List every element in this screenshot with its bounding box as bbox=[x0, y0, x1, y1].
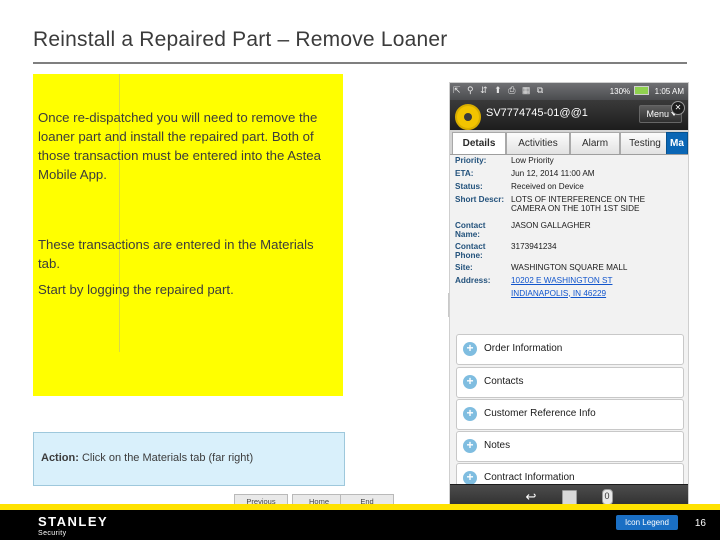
page-number: 16 bbox=[694, 518, 706, 529]
brand-name: STANLEY bbox=[38, 514, 109, 529]
device-screenshot: ⇱ ⚲ ⇵ ⬆ ⎙ ▦ ⧉ 130% 1:05 AM SV7774745-01@… bbox=[449, 82, 689, 512]
section-label: Notes bbox=[484, 440, 511, 451]
field-label: ETA: bbox=[455, 168, 474, 178]
back-arrow-icon[interactable]: ↩ bbox=[522, 489, 540, 505]
field-label: Contact Phone: bbox=[455, 241, 486, 260]
field-value: WASHINGTON SQUARE MALL bbox=[511, 262, 628, 272]
section-order-information[interactable]: + Order Information bbox=[456, 334, 684, 365]
body-paragraph-3: Start by logging the repaired part. bbox=[38, 282, 234, 297]
field-row: INDIANAPOLIS, IN 46229 bbox=[450, 287, 688, 300]
field-label: Short Descr: bbox=[455, 194, 505, 204]
device-header-bar: SV7774745-01@@1 Menu ✕ bbox=[450, 100, 688, 130]
section-label: Contract Information bbox=[484, 472, 575, 483]
field-row: Address: 10202 E WASHINGTON ST bbox=[450, 274, 688, 287]
field-row: Priority: Low Priority bbox=[450, 154, 688, 167]
device-tab-bar: Details Activities Alarm Testing Ma bbox=[450, 130, 688, 155]
record-status-icon bbox=[455, 104, 481, 130]
plus-icon: + bbox=[463, 439, 477, 453]
body-paragraph-2: These transactions are entered in the Ma… bbox=[38, 237, 314, 271]
details-field-list: Priority: Low Priority ETA: Jun 12, 2014 1… bbox=[450, 154, 688, 300]
field-value: Jun 12, 2014 11:00 AM bbox=[511, 168, 595, 178]
plus-icon: + bbox=[463, 342, 477, 356]
menu-button-label: Menu bbox=[646, 109, 669, 119]
field-value: JASON GALLAGHER bbox=[511, 220, 591, 230]
tab-activities[interactable]: Activities bbox=[506, 132, 570, 154]
tab-alarm[interactable]: Alarm bbox=[570, 132, 620, 154]
action-callout-text: Action: Click on the Materials tab (far … bbox=[41, 452, 341, 464]
field-row: Contact Name: JASON GALLAGHER bbox=[450, 219, 688, 240]
field-label: Status: bbox=[455, 181, 483, 191]
title-divider bbox=[33, 62, 687, 64]
field-row: Status: Received on Device bbox=[450, 180, 688, 193]
section-notes[interactable]: + Notes bbox=[456, 431, 684, 462]
field-label: Address: bbox=[455, 275, 491, 285]
icon-legend-button[interactable]: Icon Legend bbox=[615, 515, 678, 530]
field-row: Contact Phone: 3173941234 bbox=[450, 240, 688, 261]
section-label: Contacts bbox=[484, 376, 524, 387]
body-paragraph-1: Once re-dispatched you will need to remo… bbox=[38, 110, 321, 182]
field-label: Site: bbox=[455, 262, 473, 272]
close-icon[interactable]: ✕ bbox=[671, 101, 685, 115]
field-value: LOTS OF INTERFERENCE ON THE CAMERA ON TH… bbox=[511, 194, 646, 213]
tab-details[interactable]: Details bbox=[452, 132, 506, 154]
status-bar-icons: ⇱ ⚲ ⇵ ⬆ ⎙ ▦ ⧉ bbox=[453, 85, 546, 95]
action-label: Action: bbox=[41, 452, 79, 464]
section-customer-reference-info[interactable]: + Customer Reference Info bbox=[456, 399, 684, 430]
brand-subtitle: Security bbox=[38, 530, 67, 537]
battery-icon bbox=[634, 86, 650, 95]
plus-icon: + bbox=[463, 471, 477, 485]
field-label: Priority: bbox=[455, 155, 487, 165]
field-row: ETA: Jun 12, 2014 11:00 AM bbox=[450, 167, 688, 180]
section-contacts[interactable]: + Contacts bbox=[456, 367, 684, 398]
stanley-logo: STANLEY Security bbox=[38, 514, 108, 537]
page-title: Reinstall a Repaired Part – Remove Loane… bbox=[33, 28, 448, 51]
section-label: Order Information bbox=[484, 343, 563, 354]
field-label: Contact Name: bbox=[455, 220, 486, 239]
info-icon[interactable]: 0 bbox=[598, 489, 616, 505]
status-bar-right: 130% 1:05 AM bbox=[610, 86, 684, 96]
plus-icon: + bbox=[463, 375, 477, 389]
field-value-link[interactable]: 10202 E WASHINGTON ST bbox=[511, 276, 677, 285]
plus-icon: + bbox=[463, 407, 477, 421]
save-icon[interactable] bbox=[560, 489, 578, 505]
field-value: 3173941234 bbox=[511, 241, 557, 251]
field-row: Short Descr: LOTS OF INTERFERENCE ON THE … bbox=[450, 193, 688, 214]
slide-root: Reinstall a Repaired Part – Remove Loane… bbox=[0, 0, 720, 540]
section-label: Customer Reference Info bbox=[484, 408, 596, 419]
field-value: Received on Device bbox=[511, 181, 584, 191]
field-row: Site: WASHINGTON SQUARE MALL bbox=[450, 261, 688, 274]
battery-percent-label: 130% bbox=[609, 87, 631, 96]
device-status-bar: ⇱ ⚲ ⇵ ⬆ ⎙ ▦ ⧉ 130% 1:05 AM bbox=[450, 83, 688, 100]
record-id-label: SV7774745-01@@1 bbox=[486, 107, 588, 119]
tab-testing[interactable]: Testing bbox=[620, 132, 670, 154]
field-value: Low Priority bbox=[511, 155, 554, 165]
action-instruction: Click on the Materials tab (far right) bbox=[81, 452, 254, 464]
tab-materials[interactable]: Ma bbox=[666, 132, 688, 154]
clock-label: 1:05 AM bbox=[654, 87, 684, 96]
field-value-link[interactable]: INDIANAPOLIS, IN 46229 bbox=[511, 289, 677, 298]
